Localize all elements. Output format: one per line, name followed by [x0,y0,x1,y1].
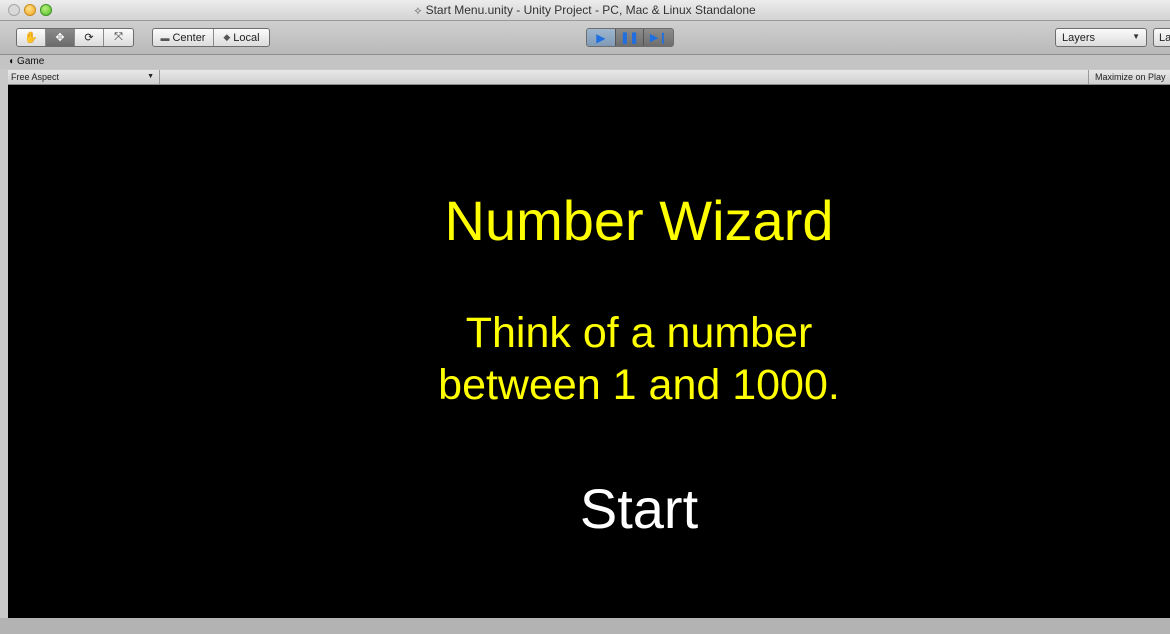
layers-dropdown[interactable]: Layers ▼ [1055,28,1147,47]
play-button[interactable]: ▶ [587,29,616,46]
game-prompt: Think of a number between 1 and 1000. [8,307,1170,411]
start-button[interactable]: Start [8,481,1170,537]
status-strip [0,618,1170,634]
pause-button[interactable]: ❚❚ [616,29,645,46]
pivot-toggles: ▬ Center ◆ Local [152,28,270,47]
main-toolbar: ✋ ✥ ⟳ ⤧ ▬ Center ◆ Local ▶ ❚❚ ▶❙ Layers ▼ … [0,21,1170,55]
window-titlebar: ⟡ Start Menu.unity - Unity Project - PC, … [0,0,1170,21]
pause-icon: ❚❚ [620,32,639,44]
game-tab-icon: ◖ [8,56,15,67]
game-viewport: Number Wizard Think of a number between … [8,85,1170,618]
tab-game[interactable]: ◖ Game [8,55,44,69]
pivot-center-button[interactable]: ▬ Center [153,29,214,46]
move-tool-button[interactable]: ✥ [46,29,75,46]
game-title: Number Wizard [444,189,834,252]
prompt-line-2: between 1 and 1000. [438,361,840,409]
move-tool-icon: ✥ [55,32,65,44]
transform-tools: ✋ ✥ ⟳ ⤧ [16,28,134,47]
rotate-tool-icon: ⟳ [84,32,94,44]
hand-tool-button[interactable]: ✋ [17,29,46,46]
rotate-tool-button[interactable]: ⟳ [75,29,104,46]
scale-tool-icon: ⤧ [114,31,123,43]
layout-dropdown[interactable]: La [1153,28,1170,47]
step-icon: ▶❙ [649,32,668,44]
pivot-space-button[interactable]: ◆ Local [214,29,269,46]
hand-tool-icon: ✋ [24,32,38,44]
scale-tool-button[interactable]: ⤧ [104,29,133,46]
play-icon: ▶ [596,30,606,45]
aspect-dropdown[interactable]: Free Aspect ▼ [8,70,160,84]
local-cube-icon: ◆ [223,32,231,42]
chevron-down-icon: ▼ [1132,32,1140,41]
prompt-line-1: Think of a number [465,309,813,357]
center-icon: ▬ [160,32,170,43]
game-view-toolbar: Free Aspect ▼ Maximize on Play [8,70,1170,85]
step-button[interactable]: ▶❙ [644,29,673,46]
window-title: ⟡ Start Menu.unity - Unity Project - PC, … [414,3,756,17]
play-controls: ▶ ❚❚ ▶❙ [586,28,674,47]
maximize-on-play-toggle[interactable]: Maximize on Play [1088,70,1170,84]
tab-bar: ◖ Game [0,55,1170,69]
chevron-down-icon: ▼ [147,73,154,80]
unity-scene-icon: ⟡ [414,5,422,17]
